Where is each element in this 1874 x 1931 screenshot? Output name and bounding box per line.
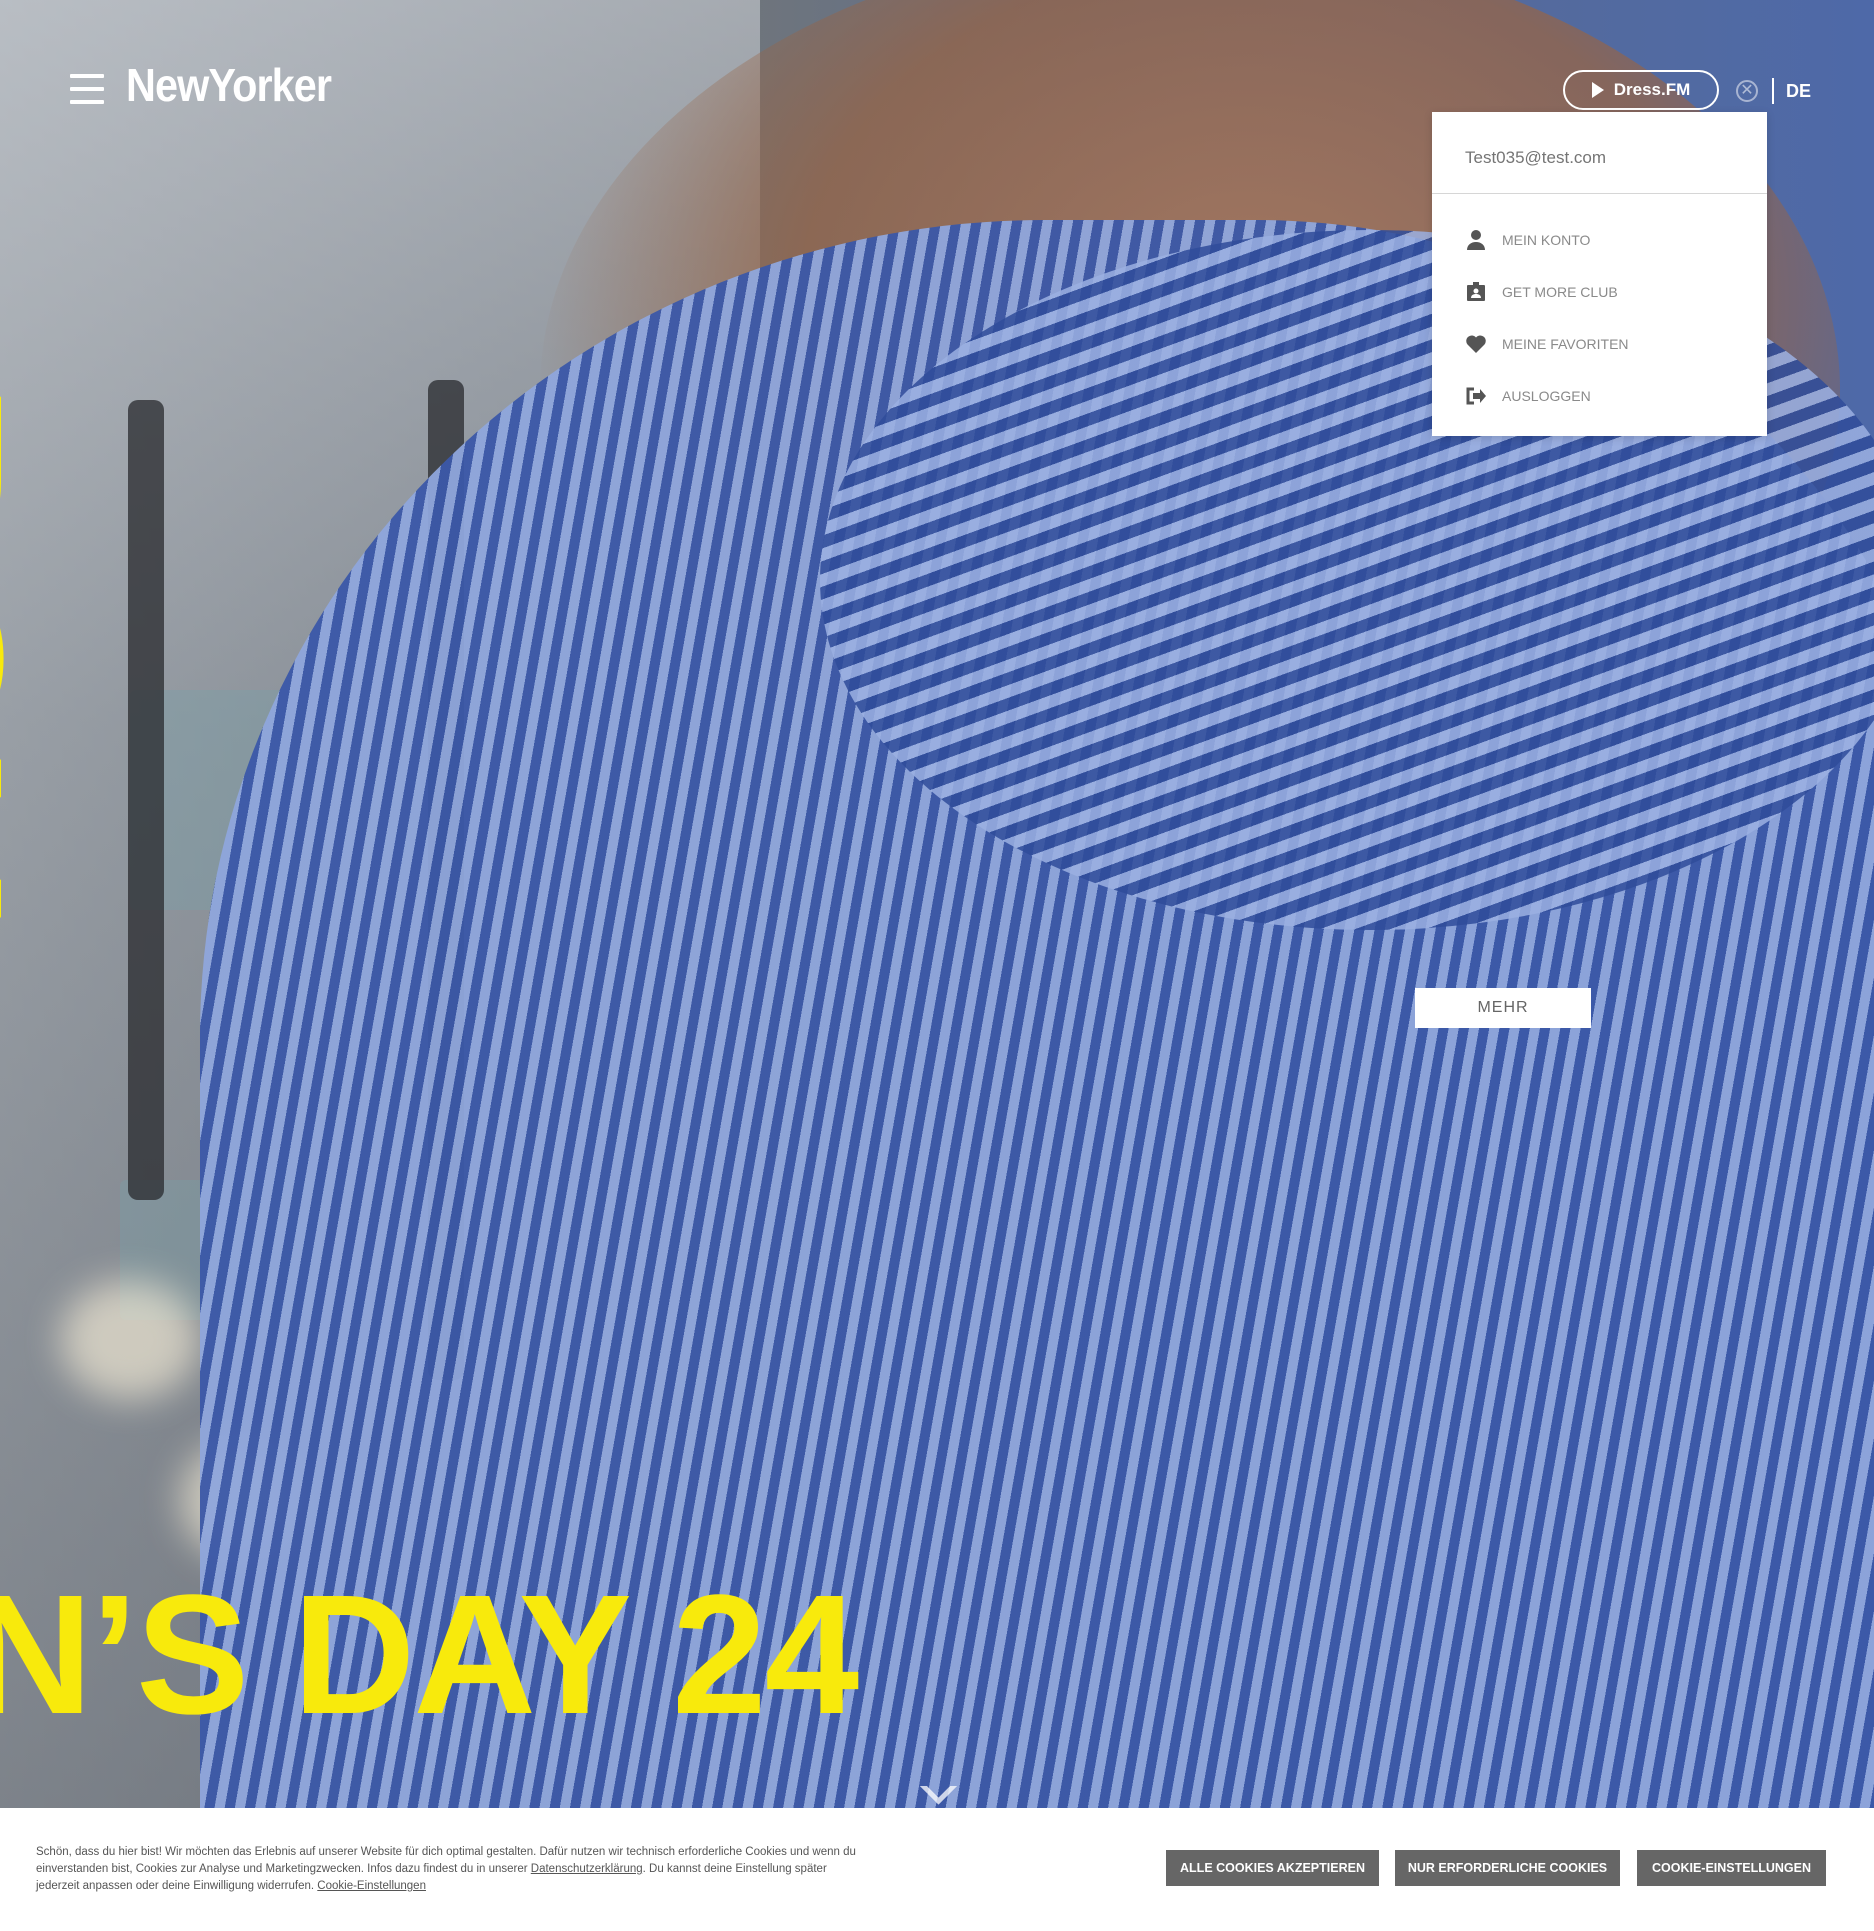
privacy-policy-link[interactable]: Datenschutzerklärung [531,1863,643,1875]
member-card-icon [1464,280,1488,304]
dressfm-button[interactable]: Dress.FM [1563,70,1719,110]
more-button[interactable]: MEHR [1415,988,1591,1028]
language-selector[interactable]: DE [1786,81,1811,102]
hero-background-pole [128,400,164,1200]
account-email: Test035@test.com [1432,112,1767,194]
page: RGY. N’S DAY 24 NewYorker Dress.FM ✕ DE … [0,0,1874,1931]
menu-item-logout[interactable]: AUSLOGGEN [1432,370,1767,422]
hero-bottom-headline: N’S DAY 24 [0,1560,859,1750]
menu-item-label: AUSLOGGEN [1502,388,1591,404]
newyorker-logo[interactable]: NewYorker [126,62,332,108]
heart-icon [1464,332,1488,356]
chevron-down-icon[interactable] [908,1786,964,1808]
dressfm-label: Dress.FM [1613,80,1691,99]
header-divider [1772,78,1774,104]
play-icon [1591,82,1604,98]
close-icon[interactable]: ✕ [1736,80,1758,102]
menu-item-get-more-club[interactable]: GET MORE CLUB [1432,266,1767,318]
accept-all-cookies-button[interactable]: ALLE COOKIES AKZEPTIEREN [1166,1850,1379,1886]
menu-item-label: GET MORE CLUB [1502,284,1618,300]
menu-item-label: MEINE FAVORITEN [1502,336,1629,352]
user-icon [1464,228,1488,252]
menu-item-label: MEIN KONTO [1502,232,1591,248]
logout-icon [1464,384,1488,408]
menu-item-favorites[interactable]: MEINE FAVORITEN [1432,318,1767,370]
hamburger-menu-icon[interactable] [70,74,104,104]
cookie-settings-button[interactable]: COOKIE-EINSTELLUNGEN [1637,1850,1826,1886]
hero-vertical-headline: RGY. [0,380,55,964]
cookie-settings-link[interactable]: Cookie-Einstellungen [317,1880,426,1892]
cookie-banner: Schön, dass du hier bist! Wir möchten da… [0,1808,1874,1931]
menu-item-my-account[interactable]: MEIN KONTO [1432,214,1767,266]
necessary-cookies-button[interactable]: NUR ERFORDERLICHE COOKIES [1395,1850,1620,1886]
account-dropdown: Test035@test.com MEIN KONTO GET MORE CLU… [1432,112,1767,436]
hero-background-light [60,1280,200,1400]
cookie-banner-text: Schön, dass du hier bist! Wir möchten da… [36,1844,856,1895]
